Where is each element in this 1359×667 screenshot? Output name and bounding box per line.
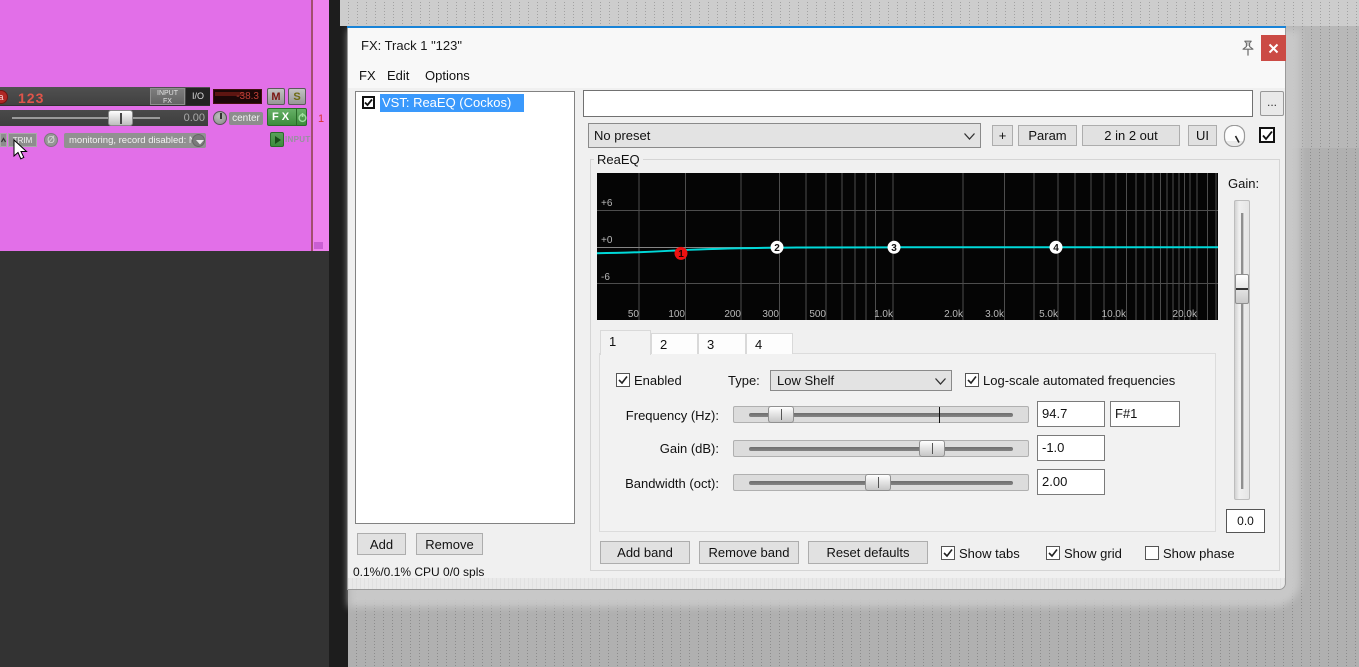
svg-text:+6: +6 <box>601 198 613 209</box>
svg-text:3.0k: 3.0k <box>985 309 1005 320</box>
svg-text:5.0k: 5.0k <box>1039 309 1059 320</box>
svg-text:2: 2 <box>774 243 780 254</box>
svg-text:3: 3 <box>891 243 897 254</box>
svg-text:10.0k: 10.0k <box>1102 309 1127 320</box>
svg-text:300: 300 <box>762 309 779 320</box>
svg-text:50: 50 <box>628 309 640 320</box>
svg-text:4: 4 <box>1053 243 1059 254</box>
svg-text:+0: +0 <box>601 235 613 246</box>
svg-text:2.0k: 2.0k <box>944 309 964 320</box>
svg-text:1: 1 <box>678 249 684 260</box>
svg-text:20.0k: 20.0k <box>1173 309 1198 320</box>
svg-text:500: 500 <box>809 309 826 320</box>
svg-text:1.0k: 1.0k <box>874 309 894 320</box>
svg-text:100: 100 <box>668 309 685 320</box>
svg-text:200: 200 <box>724 309 741 320</box>
svg-text:-6: -6 <box>601 272 610 283</box>
